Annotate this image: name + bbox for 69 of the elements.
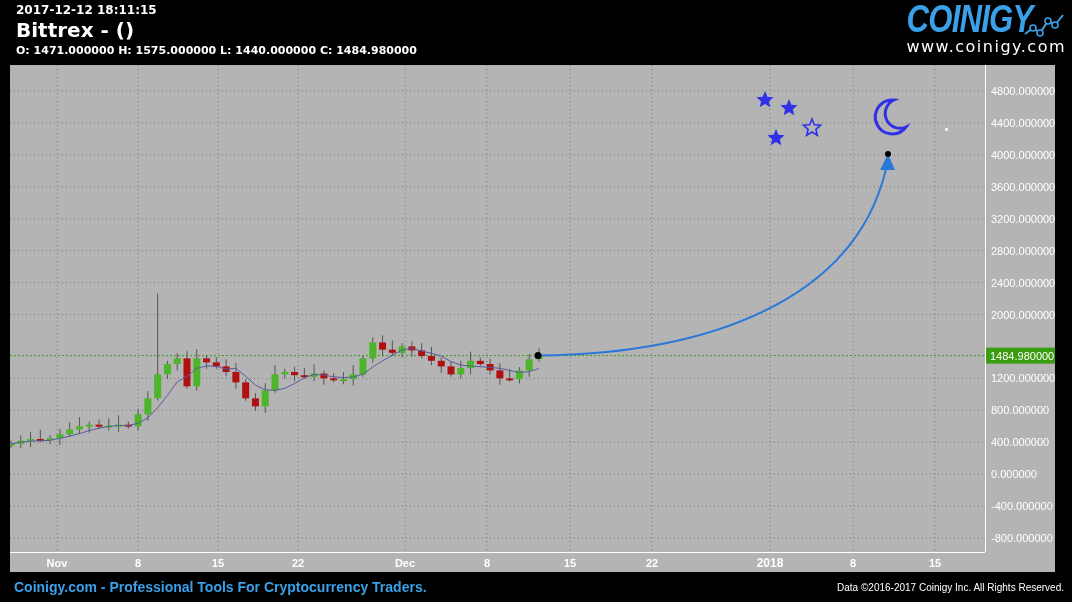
time-axis-label: 15: [211, 557, 225, 569]
time-axis-label: Nov: [46, 557, 68, 569]
candlestick: [369, 336, 377, 364]
star-icon: [767, 129, 785, 146]
candlestick: [447, 360, 455, 378]
end-point-dot: [885, 151, 891, 157]
time-axis-label: 22: [645, 557, 659, 569]
star-icon: [756, 91, 774, 108]
candlestick: [310, 363, 318, 382]
price-axis-label: 4400.000000: [991, 116, 1055, 129]
candlestick: [437, 357, 445, 374]
candlestick: [281, 368, 289, 380]
price-axis-label: 400.000000: [991, 436, 1050, 449]
candlestick: [398, 342, 406, 358]
timestamp: 2017-12-12 18:11:15: [16, 3, 158, 17]
candlestick: [320, 369, 328, 386]
price-axis-label: 3600.000000: [991, 180, 1055, 193]
time-axis-label: 2018: [756, 556, 784, 570]
candlestick: [193, 348, 201, 392]
candlestick: [17, 434, 25, 449]
candlestick: [134, 408, 142, 432]
candlestick: [105, 417, 113, 432]
star-outline-icon: [801, 116, 823, 137]
price-axis-label: 2800.000000: [991, 244, 1055, 257]
candlestick: [46, 434, 54, 445]
time-axis-label: 15: [563, 557, 577, 569]
copyright-text: Data ©2016-2017 Coinigy Inc. All Rights Reserved.: [837, 581, 1064, 593]
price-axis-label: 800.000000: [991, 404, 1050, 417]
candlestick: [359, 354, 367, 378]
price-axis-label: 1200.000000: [991, 372, 1055, 385]
moon-icon: [873, 98, 908, 136]
last-price-tag: 1484.980000: [986, 347, 1055, 364]
time-axis-label: Dec: [394, 557, 416, 569]
logo-url: www.coinigy.com: [906, 38, 1066, 56]
candlestick: [144, 390, 152, 422]
price-axis-label: 2400.000000: [991, 276, 1055, 289]
candlestick: [271, 364, 279, 394]
price-axis-label: -800.000000: [991, 532, 1053, 544]
candlestick: [85, 421, 93, 434]
candlestick: [173, 352, 181, 371]
candlestick: [457, 360, 465, 380]
price-axis-label: 2000.000000: [991, 308, 1055, 321]
start-point-dot: [534, 352, 542, 360]
chart-title: Bittrex - (): [16, 17, 136, 43]
time-axis-label: 22: [291, 557, 305, 569]
time-axis-label: 8: [849, 557, 857, 569]
candlestick: [261, 382, 269, 414]
star-icon: [780, 99, 798, 116]
time-axis-label: 8: [483, 557, 491, 569]
candlestick: [183, 350, 191, 390]
candlestick: [222, 358, 230, 377]
ohlc-readout: O: 1471.000000 H: 1575.000000 L: 1440.000000 C: 1484.980000: [16, 43, 417, 59]
candlestick: [95, 419, 103, 430]
candlestick: [496, 362, 504, 386]
price-axis-label: 4000.000000: [991, 148, 1055, 161]
price-axis-label: 0.000000: [991, 468, 1037, 481]
price-axis-label: 3200.000000: [991, 212, 1055, 225]
candlestick: [349, 364, 357, 387]
candlestick: [56, 428, 64, 446]
footer-tagline: Coinigy.com - Professional Tools For Cryptocurrency Traders.: [14, 579, 427, 595]
candlestick: [408, 340, 416, 358]
candlestick: [486, 358, 494, 376]
time-axis-label: 15: [928, 557, 942, 569]
candlestick: [10, 440, 15, 449]
candlestick: [525, 353, 533, 378]
time-axis-label: 8: [134, 557, 142, 569]
candlestick: [232, 362, 240, 390]
price-axis-label: 4800.000000: [991, 85, 1055, 97]
price-axis-label: -400.000000: [991, 500, 1053, 513]
